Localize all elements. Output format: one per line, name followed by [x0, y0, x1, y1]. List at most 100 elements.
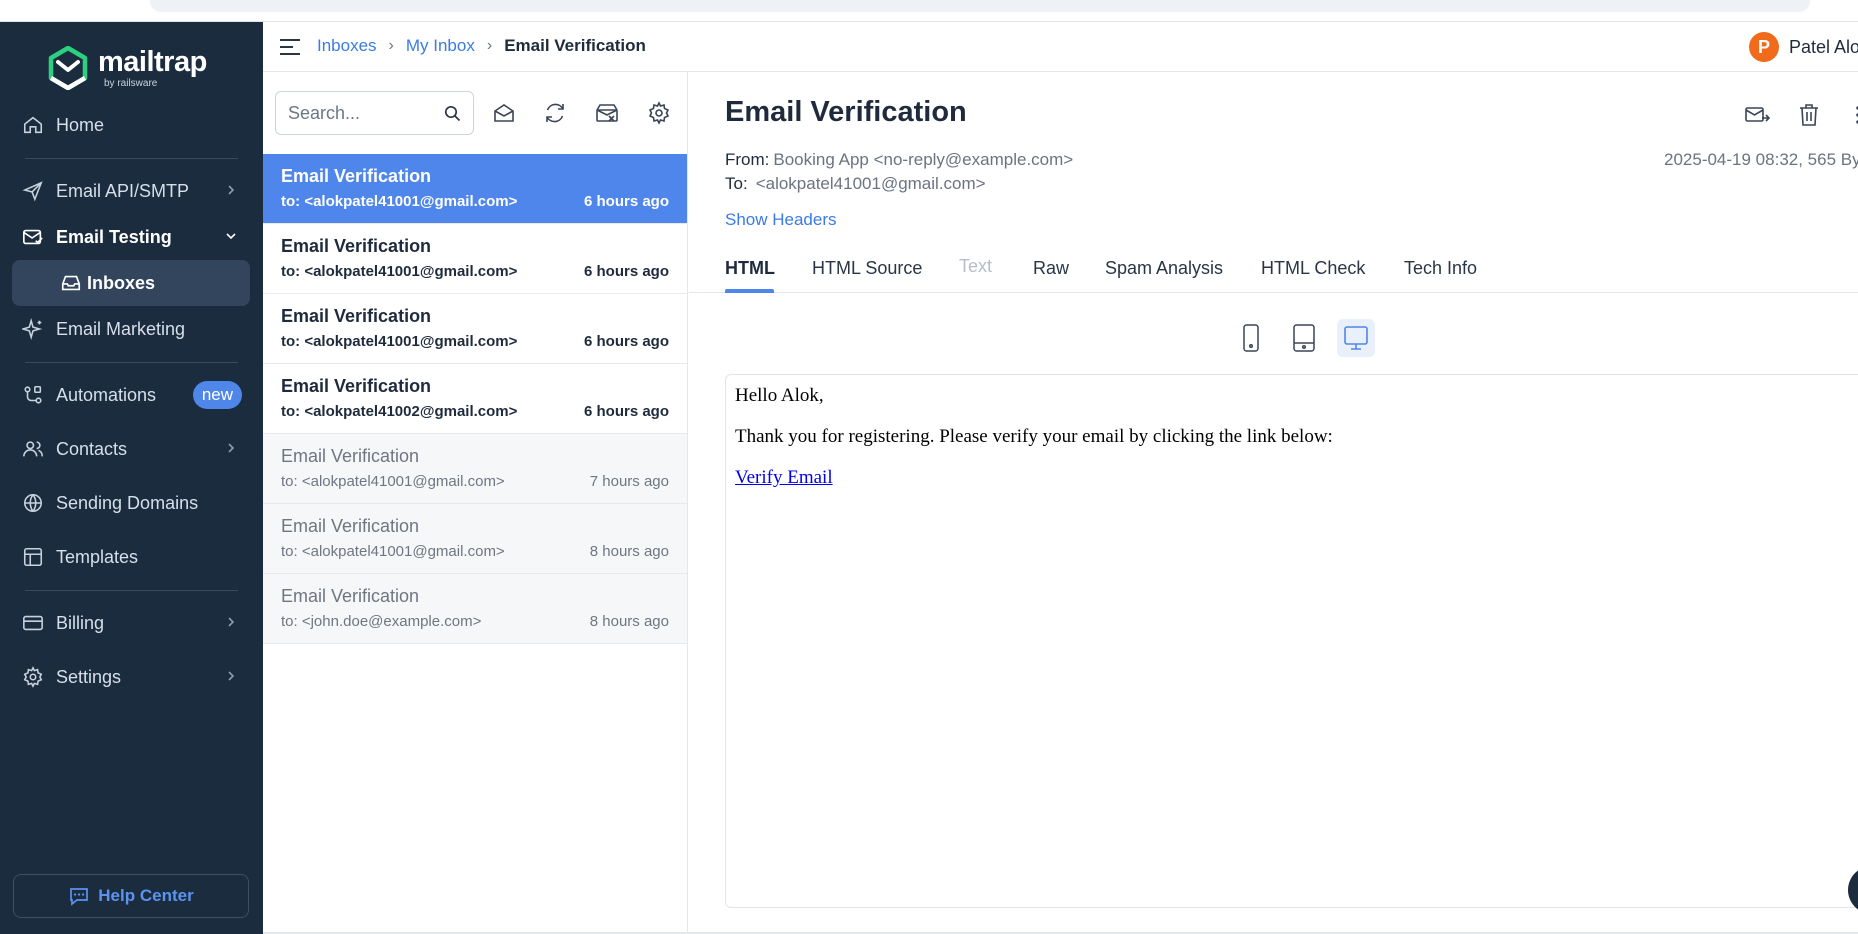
- message-time: 6 hours ago: [583, 193, 669, 210]
- message-list-item[interactable]: Email Verification to: <alokpatel41002@g…: [263, 364, 687, 434]
- tablet-view-button[interactable]: [1285, 319, 1323, 357]
- from-line: From: Booking App <no-reply@example.com>: [725, 150, 1073, 170]
- help-center-button[interactable]: Help Center: [13, 874, 249, 918]
- forward-email-icon[interactable]: [1744, 102, 1770, 128]
- sidebar-item-billing[interactable]: Billing: [12, 600, 250, 646]
- breadcrumb-separator-icon: ›: [486, 37, 493, 54]
- breadcrumb-my-inbox[interactable]: My Inbox: [406, 36, 475, 56]
- tab-spam-analysis[interactable]: Spam Analysis: [1105, 258, 1223, 279]
- chevron-right-icon: [228, 185, 235, 195]
- search-input[interactable]: [288, 102, 438, 124]
- sidebar-item-label: Home: [56, 114, 105, 135]
- mobile-icon: [1243, 324, 1259, 352]
- billing-icon: [23, 615, 43, 631]
- help-center-label: Help Center: [98, 886, 194, 905]
- message-recipient: to: <alokpatel41001@gmail.com>: [281, 543, 505, 560]
- list-toolbar: [263, 72, 688, 154]
- mailtrap-logo[interactable]: mailtrap by railsware: [48, 46, 207, 90]
- message-list-pane: Email Verification to: <alokpatel41001@g…: [263, 72, 688, 934]
- inbox-icon: [61, 275, 81, 291]
- search-box[interactable]: [275, 91, 474, 135]
- chat-icon: [70, 888, 89, 906]
- sidebar-item-email-api[interactable]: Email API/SMTP: [12, 168, 250, 214]
- message-list-item[interactable]: Email Verification to: <alokpatel41001@g…: [263, 294, 687, 364]
- sparkle-icon: [22, 318, 43, 340]
- message-subject: Email Verification: [281, 166, 432, 186]
- message-time: 8 hours ago: [589, 613, 669, 630]
- tab-raw[interactable]: Raw: [1033, 258, 1069, 279]
- message-title: Email Verification: [725, 96, 967, 128]
- clear-inbox-icon[interactable]: [595, 101, 619, 125]
- address-bar[interactable]: [150, 0, 1810, 12]
- sidebar-divider: [25, 362, 238, 363]
- to-line: To: <alokpatel41001@gmail.com>: [725, 174, 986, 194]
- message-subject: Email Verification: [281, 586, 420, 606]
- sidebar-item-templates[interactable]: Templates: [12, 534, 250, 580]
- message-subject: Email Verification: [281, 236, 432, 256]
- breadcrumb: Inboxes › My Inbox › Email Verification: [317, 36, 646, 56]
- sidebar-item-automations[interactable]: Automations new: [12, 372, 250, 418]
- message-recipient: to: <alokpatel41002@gmail.com>: [281, 403, 518, 420]
- message-list-item[interactable]: Email Verification to: <alokpatel41001@g…: [263, 154, 687, 224]
- message-recipient: to: <alokpatel41001@gmail.com>: [281, 263, 518, 280]
- sidebar-item-label: Email API/SMTP: [56, 180, 190, 201]
- desktop-view-button[interactable]: [1337, 319, 1375, 357]
- message-list-item[interactable]: Email Verification to: <alokpatel41001@g…: [263, 224, 687, 294]
- sidebar-item-contacts[interactable]: Contacts: [12, 426, 250, 472]
- sidebar-item-label: Email Marketing: [56, 318, 186, 339]
- new-badge: new: [192, 381, 242, 409]
- chevron-right-icon: [228, 617, 235, 627]
- menu-icon[interactable]: [279, 38, 301, 56]
- breadcrumb-inboxes[interactable]: Inboxes: [317, 36, 377, 56]
- tab-html-check[interactable]: HTML Check: [1261, 258, 1365, 279]
- message-list-item[interactable]: Email Verification to: <john.doe@example…: [263, 574, 687, 644]
- sidebar-item-label: Settings: [56, 666, 122, 687]
- message-tabs: HTML HTML Source Text Raw Spam Analysis …: [689, 250, 1858, 293]
- settings-icon[interactable]: [647, 101, 671, 125]
- to-label: To:: [725, 174, 748, 193]
- mark-all-read-icon[interactable]: [492, 101, 516, 125]
- email-greeting: Hello Alok,: [735, 385, 824, 406]
- tab-tech-info[interactable]: Tech Info: [1404, 258, 1477, 279]
- to-value: <alokpatel41001@gmail.com>: [755, 174, 986, 193]
- show-headers-link[interactable]: Show Headers: [725, 210, 837, 230]
- refresh-icon[interactable]: [543, 101, 567, 125]
- message-subject: Email Verification: [281, 376, 432, 396]
- tab-html-source[interactable]: HTML Source: [812, 258, 922, 279]
- contacts-icon: [23, 441, 43, 457]
- globe-icon: [23, 493, 43, 513]
- message-time: 8 hours ago: [589, 543, 669, 560]
- chevron-right-icon: [228, 671, 235, 681]
- sidebar-item-label: Automations: [56, 384, 157, 405]
- chevron-down-icon: [226, 233, 236, 240]
- more-options-icon[interactable]: [1845, 102, 1858, 128]
- email-html-preview: Hello Alok, Thank you for registering. P…: [725, 374, 1858, 908]
- send-icon: [22, 181, 43, 202]
- sidebar-item-email-testing[interactable]: Email Testing: [12, 214, 250, 260]
- sidebar-divider: [25, 158, 238, 159]
- sidebar-item-label: Sending Domains: [56, 492, 199, 513]
- breadcrumb-separator-icon: ›: [388, 37, 394, 54]
- tab-html[interactable]: HTML: [725, 258, 775, 279]
- verify-email-link[interactable]: Verify Email: [735, 467, 833, 488]
- message-recipient: to: <alokpatel41001@gmail.com>: [281, 333, 518, 350]
- message-date-size: 2025-04-19 08:32, 565 By: [1664, 150, 1858, 169]
- message-list-item[interactable]: Email Verification to: <alokpatel41001@g…: [263, 434, 687, 504]
- message-list-item[interactable]: Email Verification to: <alokpatel41001@g…: [263, 504, 687, 574]
- sidebar-item-settings[interactable]: Settings: [12, 654, 250, 700]
- message-subject: Email Verification: [281, 446, 420, 466]
- mobile-view-button[interactable]: [1232, 319, 1270, 357]
- active-tab-indicator: [725, 289, 774, 293]
- sidebar-item-email-marketing[interactable]: Email Marketing: [12, 306, 250, 352]
- sidebar-item-sending-domains[interactable]: Sending Domains: [12, 480, 250, 526]
- message-recipient: to: <alokpatel41001@gmail.com>: [281, 193, 518, 210]
- user-menu[interactable]: P Patel Alo: [1749, 32, 1858, 62]
- trash-icon[interactable]: [1796, 102, 1822, 128]
- sidebar-item-inboxes[interactable]: Inboxes: [12, 260, 250, 306]
- search-icon[interactable]: [444, 105, 461, 122]
- message-recipient: to: <john.doe@example.com>: [281, 613, 482, 630]
- message-time: 6 hours ago: [583, 333, 669, 350]
- template-icon: [23, 547, 43, 567]
- home-icon: [23, 116, 43, 134]
- sidebar-item-home[interactable]: Home: [12, 102, 250, 148]
